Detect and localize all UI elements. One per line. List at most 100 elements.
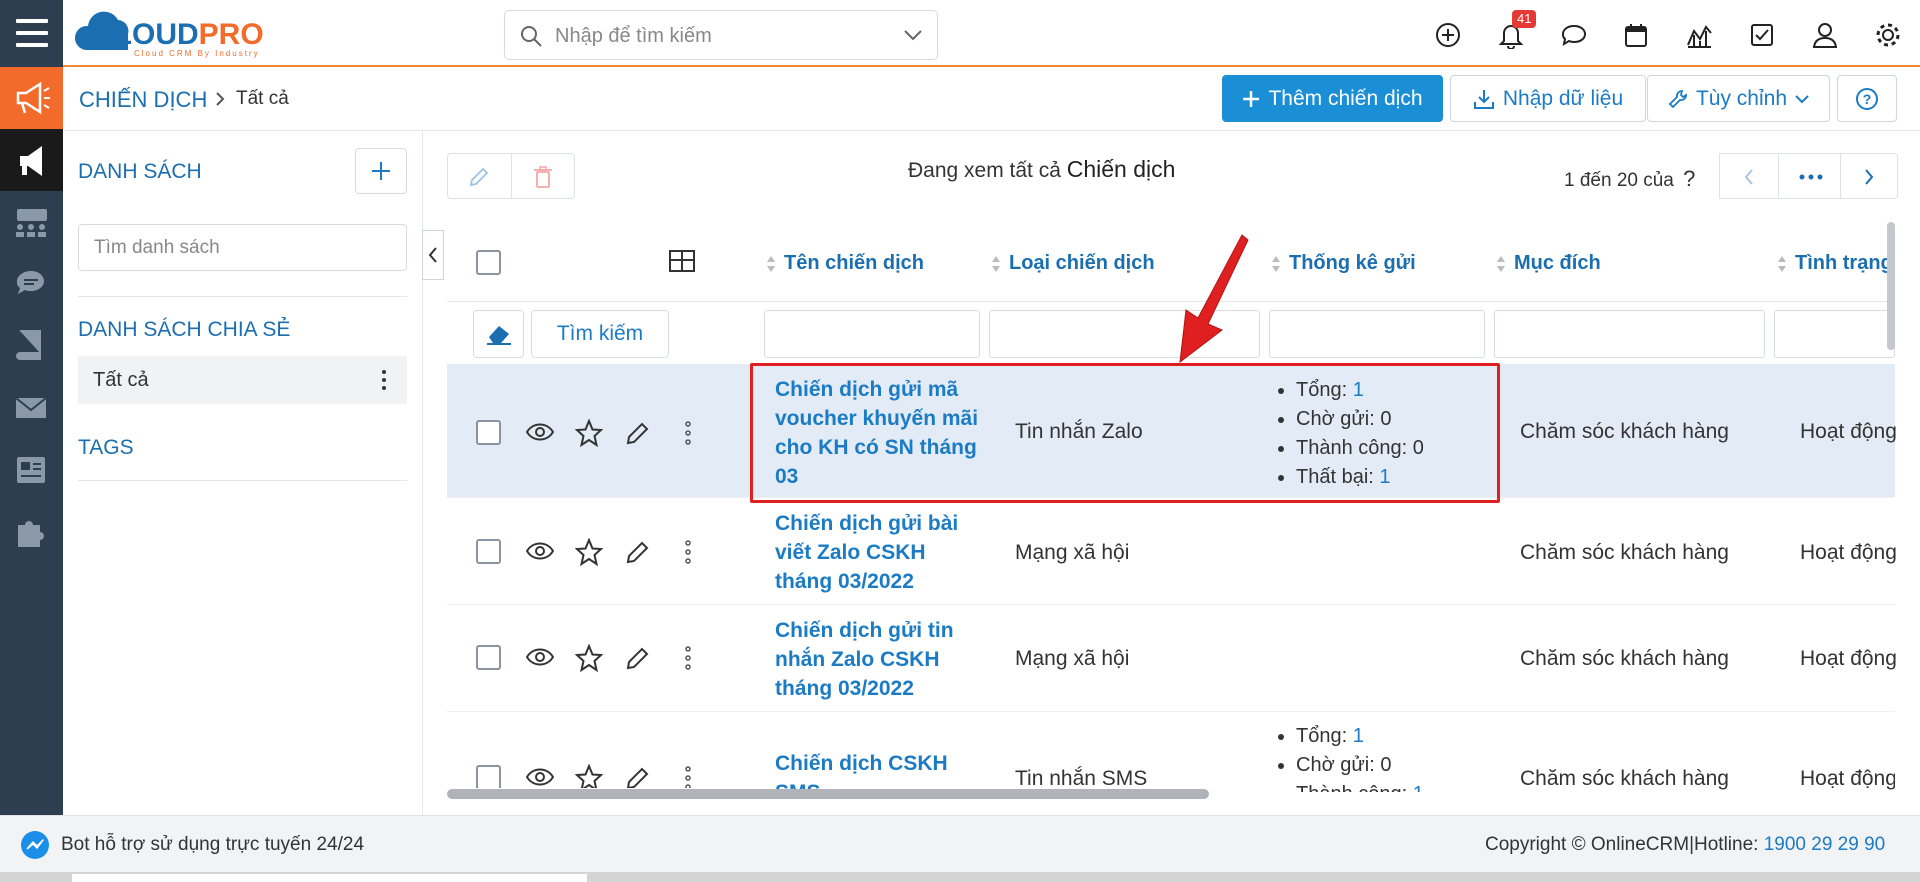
campaign-purpose: Chăm sóc khách hàng [1520, 541, 1729, 564]
select-all-checkbox[interactable] [476, 250, 501, 275]
campaign-purpose: Chăm sóc khách hàng [1520, 647, 1729, 670]
row-clip: Chiến dịch CSKHSMS Tin nhắn SMS Tổng: 1 … [447, 713, 1895, 815]
view-eye-icon[interactable] [525, 419, 555, 445]
bullhorn-icon [20, 146, 42, 176]
sidebar-item-conversations[interactable] [0, 253, 63, 315]
more-vertical-icon[interactable] [684, 420, 692, 446]
address-book-icon [17, 457, 45, 483]
filter-stats-input[interactable] [1269, 310, 1485, 358]
edit-pencil-icon[interactable] [625, 420, 651, 446]
sidebar-item-customers[interactable] [0, 191, 63, 253]
add-campaign-label: Thêm chiến dịch [1268, 86, 1423, 110]
search-input[interactable]: Nhập để tìm kiếm [555, 25, 712, 48]
vertical-scrollbar[interactable] [1887, 222, 1895, 350]
campaign-status: Hoạt động [1800, 647, 1897, 670]
column-header-type[interactable]: Loại chiến dịch [991, 252, 1155, 275]
customize-dropdown-button[interactable]: Tùy chỉnh [1647, 75, 1830, 122]
campaign-type: Mạng xã hội [1015, 541, 1130, 564]
star-icon[interactable] [575, 644, 603, 672]
import-data-button[interactable]: Nhập dữ liệu [1450, 75, 1646, 122]
menu-toggle-button[interactable] [0, 0, 63, 67]
list-search-input[interactable]: Tìm danh sách [78, 224, 407, 271]
next-page-button[interactable] [1840, 153, 1898, 199]
sidebar-item-extensions[interactable] [0, 501, 63, 563]
horizontal-scrollbar[interactable] [447, 789, 1209, 799]
filter-purpose-input[interactable] [1494, 310, 1765, 358]
app-logo[interactable]: CLOUDPRO Cloud CRM By Industry [72, 8, 302, 58]
campaign-status: Hoạt động [1800, 541, 1897, 564]
messenger-icon[interactable] [20, 830, 50, 860]
more-pages-button[interactable] [1778, 153, 1841, 199]
divider [78, 480, 407, 481]
prev-page-button[interactable] [1719, 153, 1779, 199]
more-horizontal-icon [1799, 174, 1823, 180]
sidebar-item-campaigns[interactable] [0, 129, 63, 191]
campaign-name-link[interactable]: Chiến dịch gửi tin nhắn Zalo CSKH tháng 03… [775, 616, 954, 703]
help-button[interactable]: ? [1837, 75, 1897, 122]
total-count-unknown[interactable]: ? [1683, 166, 1695, 191]
envelope-icon [15, 397, 47, 418]
view-eye-icon[interactable] [525, 644, 555, 670]
row-checkbox[interactable] [476, 420, 501, 445]
task-check-icon[interactable] [1748, 21, 1776, 49]
wrench-icon [1668, 89, 1687, 108]
sort-icon [1272, 255, 1280, 272]
column-header-purpose[interactable]: Mục đích [1496, 252, 1601, 275]
more-vertical-icon[interactable] [684, 539, 692, 565]
add-circle-icon[interactable] [1434, 21, 1462, 49]
pagination-range: 1 đến 20 của [1564, 170, 1674, 191]
edit-pencil-icon[interactable] [625, 645, 651, 671]
edit-pencil-icon[interactable] [625, 539, 651, 565]
breadcrumb-module[interactable]: CHIẾN DỊCH [79, 87, 207, 113]
campaign-name-link[interactable]: Chiến dịch gửi bài viết Zalo CSKH tháng 03… [775, 509, 958, 596]
footer-copyright: Copyright © OnlineCRM|Hotline: 1900 29 2… [1485, 834, 1885, 856]
collapse-panel-button[interactable] [422, 230, 444, 280]
column-header-name[interactable]: Tên chiến dịch [766, 252, 924, 275]
sidebar-item-marketing[interactable] [0, 67, 63, 129]
chevron-left-icon [428, 247, 437, 263]
filter-search-button[interactable]: Tìm kiếm [531, 310, 669, 358]
chevron-left-icon [1744, 169, 1753, 185]
trash-icon[interactable] [532, 165, 554, 189]
global-search[interactable]: Nhập để tìm kiếm [504, 10, 938, 60]
logo-tagline: Cloud CRM By Industry [134, 49, 260, 58]
settings-gear-icon[interactable] [1874, 21, 1902, 49]
chevron-down-icon[interactable] [903, 28, 923, 42]
cloud-logo-icon: CLOUDPRO Cloud CRM By Industry [74, 11, 264, 58]
footer: Bot hỗ trợ sử dụng trực tuyến 24/24 Copy… [0, 815, 1920, 872]
calendar-icon[interactable] [1622, 21, 1650, 49]
more-vertical-icon[interactable] [684, 645, 692, 671]
user-profile-icon[interactable] [1811, 21, 1839, 49]
shared-list-item-all[interactable]: Tất cả [78, 356, 407, 404]
column-header-send-stats[interactable]: Thống kê gửi [1271, 252, 1416, 275]
view-eye-icon[interactable] [525, 538, 555, 564]
filter-name-input[interactable] [764, 310, 980, 358]
campaign-purpose: Chăm sóc khách hàng [1520, 767, 1729, 790]
bot-support-text[interactable]: Bot hỗ trợ sử dụng trực tuyến 24/24 [61, 834, 364, 856]
sidebar-item-directory[interactable] [0, 439, 63, 501]
add-campaign-button[interactable]: Thêm chiến dịch [1222, 75, 1443, 122]
clear-filter-button[interactable] [473, 310, 524, 358]
chat-icon[interactable] [1560, 21, 1588, 49]
filter-status-input[interactable] [1774, 310, 1895, 358]
table-columns-icon[interactable] [668, 249, 696, 273]
hotline-link[interactable]: 1900 29 29 90 [1764, 834, 1886, 855]
row-checkbox[interactable] [476, 539, 501, 564]
column-header-status[interactable]: Tình trạng [1777, 252, 1893, 275]
star-icon[interactable] [575, 538, 603, 566]
hamburger-icon [16, 19, 48, 47]
chevron-right-icon [216, 92, 225, 106]
sidebar-item-knowledge[interactable] [0, 315, 63, 377]
row-checkbox[interactable] [476, 645, 501, 670]
book-icon [16, 330, 41, 360]
sidebar-item-email[interactable] [0, 377, 63, 439]
people-group-icon [16, 209, 47, 237]
campaign-type: Tin nhắn SMS [1015, 767, 1148, 790]
sort-icon [1497, 255, 1505, 272]
campaign-purpose: Chăm sóc khách hàng [1520, 420, 1729, 443]
more-vertical-icon[interactable] [380, 368, 388, 392]
edit-pencil-icon[interactable] [468, 166, 490, 188]
add-list-button[interactable] [355, 148, 407, 194]
star-icon[interactable] [575, 419, 603, 447]
reports-chart-icon[interactable] [1685, 21, 1713, 49]
